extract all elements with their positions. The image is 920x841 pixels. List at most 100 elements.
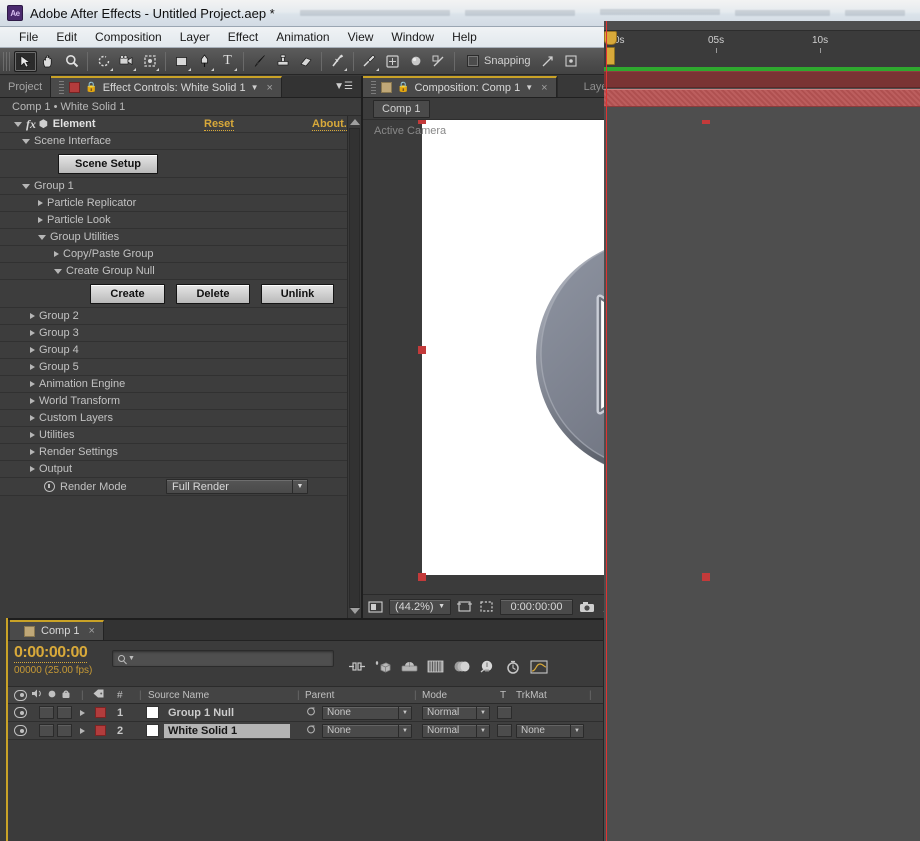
tab-project[interactable]: Project [0, 76, 52, 97]
close-icon[interactable]: × [541, 82, 547, 94]
disclosure-triangle-icon[interactable] [38, 235, 46, 240]
preserve-transparency-toggle[interactable] [497, 706, 512, 719]
take-snapshot-icon[interactable] [578, 599, 595, 615]
row-group-2[interactable]: Group 2 [0, 308, 347, 325]
disclosure-triangle-icon[interactable] [80, 727, 85, 734]
disclosure-triangle-icon[interactable] [80, 709, 85, 716]
time-ruler[interactable]: 0s 05s 10s [604, 21, 920, 67]
layer-solo-toggle[interactable] [57, 724, 72, 737]
roto-brush-tool[interactable] [326, 51, 349, 72]
rotation-tool[interactable] [92, 51, 115, 72]
row-group-1[interactable]: Group 1 [0, 178, 347, 195]
layer-video-toggle[interactable] [14, 707, 27, 718]
disclosure-triangle-icon[interactable] [30, 432, 35, 438]
disclosure-triangle-icon[interactable] [30, 364, 35, 370]
motion-blur-icon[interactable] [453, 660, 470, 676]
create-button[interactable]: Create [90, 283, 165, 304]
region-of-interest-icon[interactable] [456, 599, 473, 615]
layer-source-name[interactable]: Group 1 Null [164, 706, 238, 720]
menu-help[interactable]: Help [443, 28, 486, 46]
toggle-mask-paths-icon[interactable] [478, 599, 495, 615]
layer-label-color[interactable] [95, 725, 106, 736]
panel-menu-icon[interactable]: ▼☰ [326, 76, 361, 97]
disclosure-triangle-icon[interactable] [30, 449, 35, 455]
row-particle-replicator[interactable]: Particle Replicator [0, 195, 347, 212]
current-time-display[interactable]: 0:00:00:00 [500, 598, 573, 615]
menu-layer[interactable]: Layer [171, 28, 219, 46]
parent-pickwhip-icon[interactable] [306, 724, 317, 738]
disclosure-triangle-icon[interactable] [14, 122, 22, 127]
shape-tool[interactable] [170, 51, 193, 72]
menu-composition[interactable]: Composition [86, 28, 171, 46]
stopwatch-icon[interactable] [44, 481, 55, 492]
disclosure-triangle-icon[interactable] [30, 466, 35, 472]
label-column-icon[interactable] [92, 688, 105, 702]
layer-audio-toggle[interactable] [39, 724, 54, 737]
hide-shy-layers-icon[interactable] [401, 660, 418, 676]
menu-edit[interactable]: Edit [47, 28, 86, 46]
tab-grip-icon[interactable] [371, 81, 376, 94]
disclosure-triangle-icon[interactable] [54, 251, 59, 257]
video-switch-icon[interactable] [14, 689, 27, 701]
disclosure-triangle-icon[interactable] [30, 415, 35, 421]
reset-link[interactable]: Reset [204, 118, 234, 131]
frame-blending-icon[interactable] [427, 660, 444, 676]
audio-switch-icon[interactable] [31, 688, 43, 702]
close-icon[interactable]: × [267, 82, 273, 94]
auto-keyframe-icon[interactable] [505, 660, 521, 677]
layer-source-name[interactable]: White Solid 1 [164, 723, 290, 738]
comp-handle-bottom-left[interactable] [418, 573, 426, 581]
disclosure-triangle-icon[interactable] [38, 217, 43, 223]
always-preview-this-view-icon[interactable] [367, 599, 384, 615]
row-animation-engine[interactable]: Animation Engine [0, 376, 347, 393]
comp-handle-top-right[interactable] [702, 120, 710, 124]
tab-timeline-comp-1[interactable]: Comp 1 × [10, 620, 104, 640]
subtab-comp-1[interactable]: Comp 1 [373, 99, 430, 118]
pan-behind-tool[interactable] [138, 51, 161, 72]
row-scene-interface[interactable]: Scene Interface [0, 133, 347, 150]
lock-icon[interactable]: 🔒 [85, 82, 97, 93]
scrollbar-track[interactable] [349, 128, 360, 608]
parent-dropdown[interactable]: None ▼ [322, 723, 412, 738]
row-copy-paste-group[interactable]: Copy/Paste Group [0, 246, 347, 263]
render-mode-dropdown[interactable]: Full Render ▼ [166, 479, 308, 494]
layer-label-color[interactable] [95, 707, 106, 718]
comp-handle-top-left[interactable] [418, 120, 426, 124]
column-header-index[interactable]: # [117, 690, 123, 701]
scene-setup-button[interactable]: Scene Setup [58, 153, 158, 174]
unlink-button[interactable]: Unlink [261, 283, 334, 304]
parent-dropdown[interactable]: None ▼ [322, 705, 412, 720]
timeline-current-time[interactable]: 0:00:00:00 [14, 644, 88, 663]
disclosure-triangle-icon[interactable] [30, 330, 35, 336]
mask-tool[interactable] [427, 51, 450, 72]
column-header-trkmat[interactable]: TrkMat [516, 690, 547, 701]
comp-handle-left-middle[interactable] [418, 346, 426, 354]
column-header-parent[interactable]: Parent [305, 690, 334, 701]
column-header-mode[interactable]: Mode [422, 690, 447, 701]
graph-editor-icon[interactable] [530, 659, 548, 677]
pen-tool[interactable] [193, 51, 216, 72]
row-particle-look[interactable]: Particle Look [0, 212, 347, 229]
trkmat-dropdown[interactable]: None ▼ [516, 723, 584, 738]
hand-tool[interactable] [37, 51, 60, 72]
delete-button[interactable]: Delete [176, 283, 250, 304]
mode-dropdown[interactable]: Normal ▼ [422, 723, 490, 738]
row-render-mode[interactable]: Render Mode Full Render ▼ [0, 478, 347, 496]
disclosure-triangle-icon[interactable] [30, 381, 35, 387]
row-group-4[interactable]: Group 4 [0, 342, 347, 359]
effect-header-element[interactable]: fx ⬢ Element Reset About... [0, 116, 353, 133]
tab-grip-icon[interactable] [59, 81, 65, 94]
tab-composition[interactable]: 🔒 Composition: Comp 1 ▼ × [363, 76, 557, 97]
menu-file[interactable]: File [10, 28, 47, 46]
parent-pickwhip-icon[interactable] [306, 706, 317, 720]
snapping-checkbox[interactable] [467, 55, 479, 67]
chevron-down-icon[interactable]: ▼ [251, 83, 259, 92]
row-render-settings[interactable]: Render Settings [0, 444, 347, 461]
lock-icon[interactable]: 🔒 [397, 82, 409, 93]
zoom-level-dropdown[interactable]: (44.2%) ▼ [389, 598, 451, 615]
selection-tool[interactable] [14, 50, 37, 72]
ball-tool[interactable] [404, 51, 427, 72]
preserve-transparency-toggle[interactable] [497, 724, 512, 737]
column-header-t[interactable]: T [500, 690, 506, 701]
menu-view[interactable]: View [339, 28, 383, 46]
